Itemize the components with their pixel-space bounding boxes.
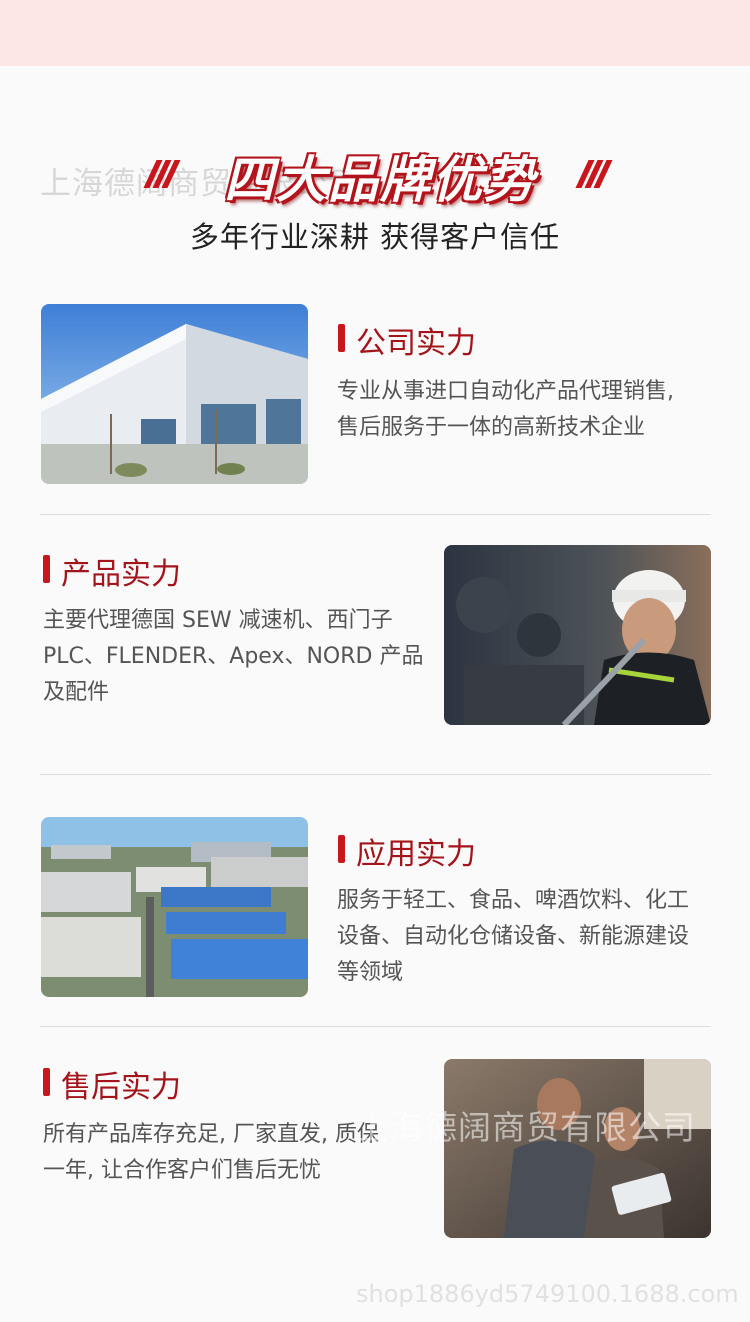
- section-desc-application: 服务于轻工、食品、啤酒饮料、化工 设备、自动化仓储设备、新能源建设 等领域: [337, 883, 727, 991]
- watermark-bottom: shop1886yd5749100.1688.com: [356, 1280, 739, 1308]
- engineer-hardhat-photo: [444, 545, 711, 725]
- desc-line: PLC、FLENDER、Apex、NORD 产品: [43, 644, 424, 669]
- warehouse-building-photo: [41, 304, 308, 484]
- divider: [40, 774, 711, 775]
- desc-line: 设备、自动化仓储设备、新能源建设: [337, 924, 690, 949]
- decor-slashes-right: [575, 160, 613, 190]
- industrial-park-aerial-photo: [41, 817, 308, 997]
- section-desc-company: 专业从事进口自动化产品代理销售, 售后服务于一体的高新技术企业: [337, 374, 717, 446]
- section-title-application: 应用实力: [338, 829, 476, 873]
- decor-slashes-left: [143, 160, 181, 190]
- section-desc-product: 主要代理德国 SEW 减速机、西门子 PLC、FLENDER、Apex、NORD…: [43, 603, 433, 711]
- desc-line: 主要代理德国 SEW 减速机、西门子: [43, 608, 393, 633]
- desc-line: 等领域: [337, 960, 404, 985]
- desc-line: 及配件: [43, 680, 110, 705]
- top-banner-band: [0, 0, 750, 66]
- desc-line: 售后服务于一体的高新技术企业: [337, 415, 646, 440]
- section-title-company: 公司实力: [338, 318, 476, 362]
- section-title-product: 产品实力: [43, 549, 181, 593]
- desc-line: 一年, 让合作客户们售后无忧: [43, 1158, 321, 1183]
- divider: [40, 1026, 711, 1027]
- watermark-middle: 上海德阔商贸有限公司: [356, 1108, 696, 1147]
- section-title-aftersales: 售后实力: [43, 1062, 181, 1106]
- hero-subtitle: 多年行业深耕 获得客户信任: [189, 220, 561, 254]
- desc-line: 服务于轻工、食品、啤酒饮料、化工: [337, 888, 690, 913]
- desc-line: 专业从事进口自动化产品代理销售,: [337, 379, 674, 404]
- hero-title: 四大品牌优势: [224, 151, 536, 209]
- divider: [40, 514, 711, 515]
